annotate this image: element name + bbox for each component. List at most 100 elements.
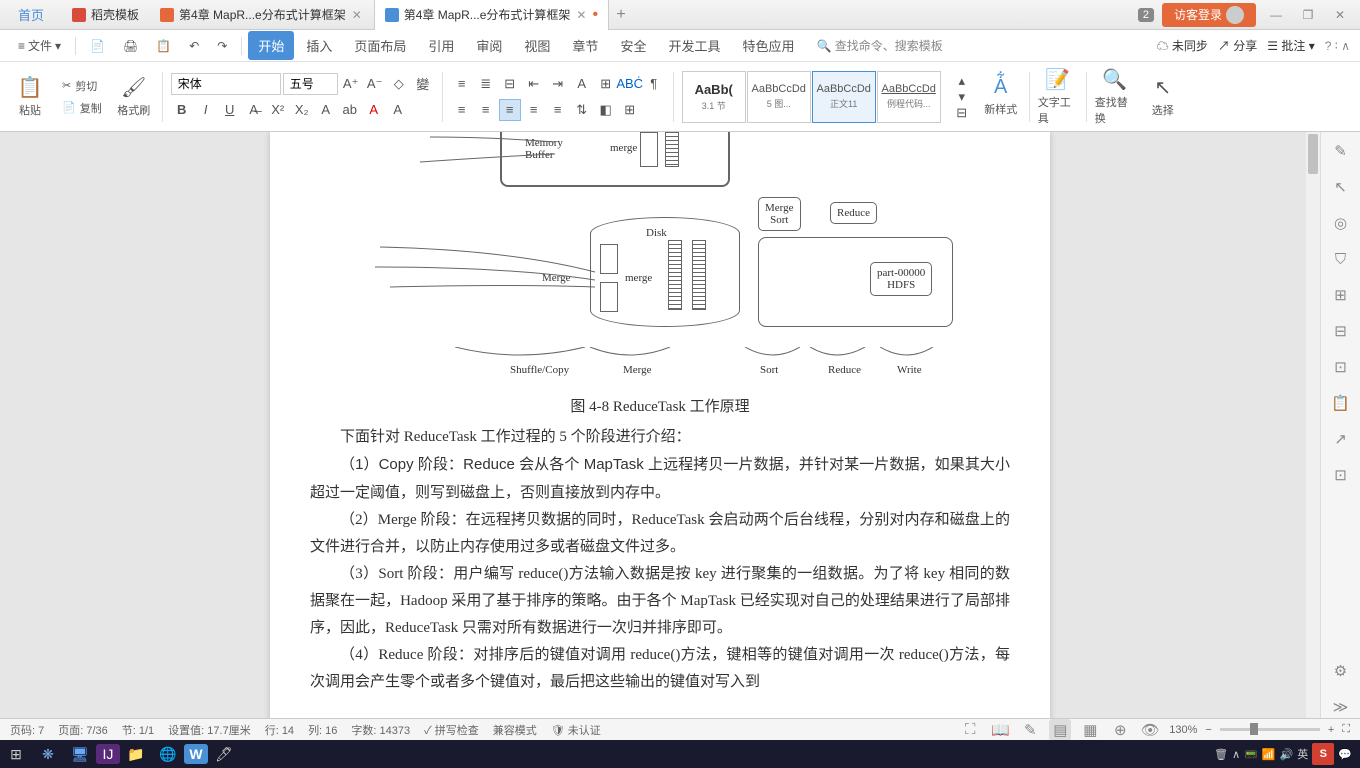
- wps-icon[interactable]: W: [184, 744, 208, 764]
- page-view-icon[interactable]: ▤: [1049, 719, 1071, 741]
- style-more-icon[interactable]: ⊟: [951, 105, 973, 121]
- super-icon[interactable]: X²: [267, 99, 289, 121]
- bullets-icon[interactable]: ≡: [451, 73, 473, 95]
- preview-icon[interactable]: 📋: [148, 35, 179, 57]
- align-right-icon[interactable]: ≡: [499, 99, 521, 121]
- send-icon[interactable]: ↗: [1330, 428, 1352, 450]
- font-effect-icon[interactable]: A: [315, 99, 337, 121]
- font-name-select[interactable]: [171, 73, 281, 95]
- browser-icon[interactable]: 🌐: [152, 740, 184, 768]
- text-dir-icon[interactable]: ABĊ: [619, 73, 641, 95]
- copy-button[interactable]: 📄 复制: [58, 98, 106, 118]
- char-border-icon[interactable]: A: [571, 73, 593, 95]
- menu-pagelayout[interactable]: 页面布局: [344, 31, 416, 60]
- font-smaller-icon[interactable]: A⁻: [364, 73, 386, 95]
- read-icon[interactable]: 📖: [989, 719, 1011, 741]
- close-icon[interactable]: ✕: [351, 9, 363, 21]
- full-width-icon[interactable]: ⛶: [959, 719, 981, 741]
- compat-mode[interactable]: 兼容模式: [493, 722, 537, 738]
- gear-icon[interactable]: ⚙: [1330, 660, 1352, 682]
- menu-review[interactable]: 审阅: [466, 31, 512, 60]
- explorer-icon[interactable]: 📁: [120, 740, 152, 768]
- pencil-icon[interactable]: ✎: [1019, 719, 1041, 741]
- search-box[interactable]: 🔍 查找命令、搜索模板: [816, 37, 942, 54]
- tab-ppt[interactable]: 第4章 MapR...e分布式计算框架 ✕: [150, 0, 374, 30]
- spell-check[interactable]: ✓ 拼写检查: [424, 722, 479, 738]
- ime-lang[interactable]: 英: [1297, 746, 1308, 762]
- edit-icon[interactable]: ✎: [1330, 140, 1352, 162]
- borders-icon[interactable]: ⊞: [619, 99, 641, 121]
- font-size-select[interactable]: [283, 73, 338, 95]
- annotate-button[interactable]: ☰ 批注 ▾: [1267, 37, 1314, 54]
- notif-badge[interactable]: 2: [1138, 8, 1154, 22]
- show-marks-icon[interactable]: ¶: [643, 73, 665, 95]
- font-larger-icon[interactable]: A⁺: [340, 73, 362, 95]
- font-color-icon[interactable]: A: [363, 99, 385, 121]
- print-icon[interactable]: 🖨: [115, 35, 146, 57]
- style-h3[interactable]: AaBb(3.1 节: [682, 71, 746, 123]
- shading-icon[interactable]: ◧: [595, 99, 617, 121]
- battery-icon[interactable]: 📟: [1244, 748, 1258, 761]
- strike-icon[interactable]: A̶: [243, 99, 265, 121]
- style-fig[interactable]: AaBbCcDd5 图...: [747, 71, 811, 123]
- zoom-out-icon[interactable]: −: [1205, 724, 1211, 736]
- app1-icon[interactable]: ❋: [32, 740, 64, 768]
- status-page[interactable]: 页码: 7: [10, 722, 44, 738]
- close-window-icon[interactable]: ✕: [1328, 3, 1352, 27]
- cert-status[interactable]: 🛡 未认证: [551, 722, 601, 738]
- menu-view[interactable]: 视图: [514, 31, 560, 60]
- hat-icon[interactable]: ⛉: [1330, 248, 1352, 270]
- zoom-level[interactable]: 130%: [1169, 724, 1197, 736]
- nav-icon[interactable]: ⊡: [1330, 356, 1352, 378]
- phonetic-icon[interactable]: 變: [412, 73, 434, 95]
- clip-icon[interactable]: ◎: [1330, 212, 1352, 234]
- status-words[interactable]: 字数: 14373: [351, 722, 410, 738]
- align-dist-icon[interactable]: ≡: [547, 99, 569, 121]
- fullscreen-icon[interactable]: ⛶: [1342, 723, 1350, 736]
- cut-button[interactable]: ✂ 剪切: [58, 76, 106, 96]
- italic-icon[interactable]: I: [195, 99, 217, 121]
- indent-left-icon[interactable]: ⇤: [523, 73, 545, 95]
- app2-icon[interactable]: 🖥: [64, 740, 96, 768]
- clipboard-icon[interactable]: 📋: [1330, 392, 1352, 414]
- sync-status[interactable]: ☁ 未同步: [1157, 37, 1208, 54]
- redo-icon[interactable]: ↷: [209, 35, 235, 57]
- style-down-icon[interactable]: ▾: [951, 89, 973, 105]
- app5-icon[interactable]: 🖊: [208, 740, 240, 768]
- wifi-icon[interactable]: 📶: [1262, 748, 1276, 761]
- indent-right-icon[interactable]: ⇥: [547, 73, 569, 95]
- menu-start[interactable]: 开始: [248, 31, 294, 60]
- web-icon[interactable]: ⊕: [1109, 719, 1131, 741]
- line-spacing-icon[interactable]: ⇅: [571, 99, 593, 121]
- apps-icon[interactable]: ⊟: [1330, 320, 1352, 342]
- menu-security[interactable]: 安全: [610, 31, 656, 60]
- home-tab[interactable]: 首页: [0, 0, 62, 30]
- document-area[interactable]: Memory Buffer merge Disk Merge merge Mer…: [0, 132, 1320, 718]
- scroll-thumb[interactable]: [1308, 134, 1318, 174]
- menu-dev[interactable]: 开发工具: [658, 31, 730, 60]
- menu-chapter[interactable]: 章节: [562, 31, 608, 60]
- highlight-icon[interactable]: ab: [339, 99, 361, 121]
- new-style-button[interactable]: A͋新样式: [981, 69, 1021, 125]
- vertical-scrollbar[interactable]: [1306, 132, 1320, 718]
- multilevel-icon[interactable]: ⊟: [499, 73, 521, 95]
- undo-icon[interactable]: ↶: [181, 35, 207, 57]
- tab-daoke[interactable]: 稻壳模板: [62, 0, 150, 30]
- menu-insert[interactable]: 插入: [296, 31, 342, 60]
- share-button[interactable]: ↗ 分享: [1218, 37, 1257, 54]
- menu-ref[interactable]: 引用: [418, 31, 464, 60]
- add-tab[interactable]: +: [609, 6, 633, 24]
- status-pages[interactable]: 页面: 7/36: [58, 722, 108, 738]
- zoom-slider[interactable]: [1220, 728, 1320, 731]
- format-painter[interactable]: 🖌格式刷: [114, 69, 154, 125]
- style-code[interactable]: AaBbCcDd例程代码...: [877, 71, 941, 123]
- app3-icon[interactable]: IJ: [96, 744, 120, 764]
- underline-icon[interactable]: U: [219, 99, 241, 121]
- status-section[interactable]: 节: 1/1: [122, 722, 154, 738]
- align-left-icon[interactable]: ≡: [451, 99, 473, 121]
- outline-icon[interactable]: ▦: [1079, 719, 1101, 741]
- tray-up-icon[interactable]: ∧: [1232, 748, 1240, 761]
- bold-icon[interactable]: B: [171, 99, 193, 121]
- start-icon[interactable]: ⊞: [0, 740, 32, 768]
- tray-icon[interactable]: 🗑: [1214, 748, 1228, 761]
